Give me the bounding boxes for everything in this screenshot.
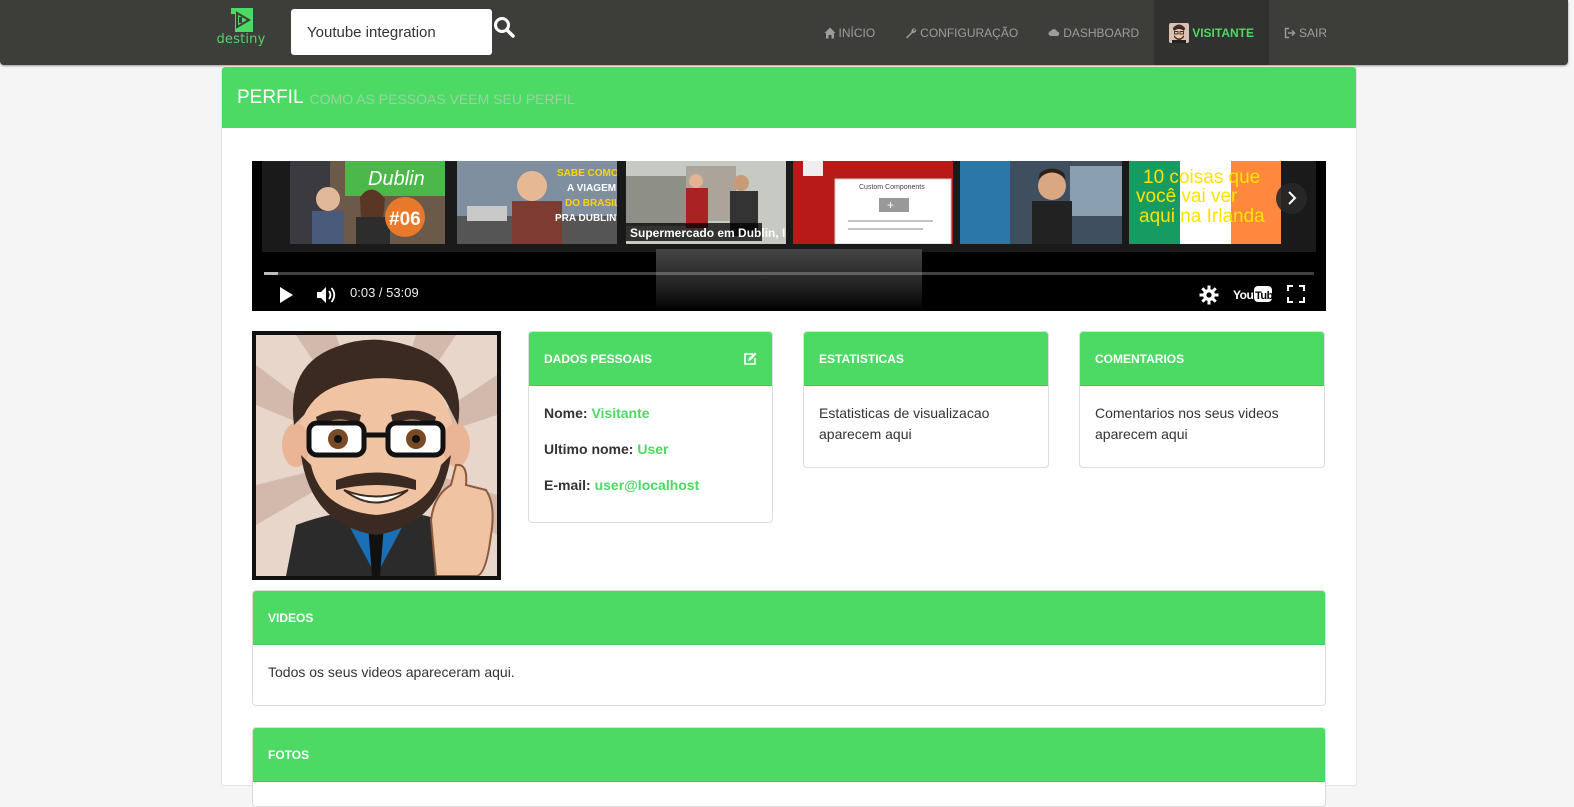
nav-item-configuracao[interactable]: CONFIGURAÇÃO <box>890 0 1033 65</box>
avatar-image <box>256 335 497 576</box>
lastname-value: User <box>637 441 669 457</box>
cloud-icon <box>1048 28 1060 36</box>
nav-item-visitante[interactable]: VISITANTE <box>1154 0 1269 65</box>
panel-heading: FOTOS <box>253 728 1325 782</box>
svg-text:você vai ver: você vai ver <box>1136 186 1238 207</box>
navbar: destiny INÍCIO CONFIGURAÇÃO DASHBOARD <box>0 0 1568 65</box>
lastname-label: Ultimo nome: <box>544 441 634 457</box>
name-field: Nome: Visitante <box>544 403 757 424</box>
fullscreen-icon[interactable] <box>1287 285 1305 303</box>
thumbnail-image <box>960 161 1122 244</box>
related-videos-strip: Dublin #06 SABE COMO A VIAGEM DO BRASIL … <box>262 161 1316 252</box>
video-thumbnail[interactable]: Supermercado em Dublin, Irlanda <box>626 161 786 244</box>
page-title: PERFIL <box>237 86 304 108</box>
thumbnail-image: Dublin #06 <box>290 161 445 244</box>
home-icon <box>824 27 835 38</box>
progress-fill <box>264 272 278 275</box>
wrench-icon <box>906 27 917 38</box>
panel-heading: VIDEOS <box>253 591 1325 645</box>
progress-bar[interactable] <box>264 272 1314 275</box>
svg-text:PRA DUBLIN?: PRA DUBLIN? <box>555 213 617 224</box>
email-label: E-mail: <box>544 477 591 493</box>
nav-item-label: INÍCIO <box>838 25 876 40</box>
name-value: Visitante <box>591 405 650 421</box>
panel-heading: ESTATISTICAS <box>804 332 1048 386</box>
play-icon[interactable] <box>278 286 294 304</box>
page-header: PERFIL COMO AS PESSOAS VEEM SEU PERFIL <box>222 67 1356 128</box>
video-thumbnail[interactable]: Custom Components + <box>793 161 953 244</box>
panel-title: FOTOS <box>268 747 310 762</box>
svg-text:+: + <box>887 198 894 212</box>
player-controls: 0:03 / 53:09 You Tube <box>252 279 1326 311</box>
personal-data-panel: DADOS PESSOAIS Nome: Visitante Ultimo no… <box>528 331 773 523</box>
brand-logo[interactable]: destiny <box>216 6 266 50</box>
comments-panel: COMENTARIOS Comentarios nos seus videos … <box>1079 331 1325 468</box>
avatar <box>1169 22 1190 43</box>
thumbnail-image: Custom Components + <box>793 161 953 244</box>
next-thumbnails-button[interactable] <box>1276 183 1307 214</box>
panel-title: DADOS PESSOAIS <box>544 351 653 366</box>
logout-icon <box>1284 27 1296 38</box>
thumbnail-image: 10 coisas que você vai ver aqui na Irlan… <box>1129 161 1281 244</box>
volume-icon[interactable] <box>316 285 338 305</box>
svg-text:SABE COMO É: SABE COMO É <box>557 166 617 179</box>
panel-body: Nome: Visitante Ultimo nome: User E-mail… <box>529 386 772 522</box>
thumbnail-image: SABE COMO É A VIAGEM DO BRASIL PRA DUBLI… <box>457 161 617 244</box>
chevron-right-icon <box>1287 191 1296 205</box>
svg-text:You: You <box>1233 288 1253 302</box>
panel-body: Estatisticas de visualizacao aparecem aq… <box>819 405 990 442</box>
video-time: 0:03 / 53:09 <box>350 285 419 300</box>
nav-item-label: VISITANTE <box>1192 25 1254 40</box>
nav-item-sair[interactable]: SAIR <box>1269 0 1342 65</box>
panel-heading: COMENTARIOS <box>1080 332 1324 386</box>
panel-body: Todos os seus videos apareceram aqui. <box>268 664 515 680</box>
search-input[interactable] <box>291 9 492 55</box>
videos-panel: VIDEOS Todos os seus videos apareceram a… <box>252 590 1326 706</box>
brand-name: destiny <box>216 32 266 47</box>
svg-text:aqui na Irlanda: aqui na Irlanda <box>1139 206 1265 227</box>
youtube-logo-icon[interactable]: You Tube <box>1233 285 1273 303</box>
nav-item-label: CONFIGURAÇÃO <box>920 25 1019 40</box>
thumbnail-caption: #06 <box>389 209 421 230</box>
panel-title: ESTATISTICAS <box>819 351 904 366</box>
lastname-field: Ultimo nome: User <box>544 439 757 460</box>
name-label: Nome: <box>544 405 588 421</box>
svg-text:Custom Components: Custom Components <box>859 184 925 191</box>
statistics-panel: ESTATISTICAS Estatisticas de visualizaca… <box>803 331 1049 468</box>
photos-panel: FOTOS <box>252 727 1326 807</box>
panel-title: COMENTARIOS <box>1095 351 1185 366</box>
video-thumbnail[interactable]: SABE COMO É A VIAGEM DO BRASIL PRA DUBLI… <box>457 161 617 244</box>
svg-text:DO BRASIL: DO BRASIL <box>565 198 617 209</box>
svg-text:A VIAGEM: A VIAGEM <box>567 183 616 194</box>
email-value: user@localhost <box>594 477 700 493</box>
svg-text:Tube: Tube <box>1255 290 1273 302</box>
video-thumbnail[interactable]: 10 coisas que você vai ver aqui na Irlan… <box>1129 161 1281 244</box>
svg-text:10 coisas que: 10 coisas que <box>1143 167 1260 188</box>
video-thumbnail[interactable]: Dublin #06 <box>290 161 445 244</box>
svg-text:Supermercado em Dublin, Irland: Supermercado em Dublin, Irlanda <box>630 226 786 240</box>
panel-title: VIDEOS <box>268 610 314 625</box>
video-player[interactable]: Dublin #06 SABE COMO A VIAGEM DO BRASIL … <box>252 161 1326 311</box>
email-field: E-mail: user@localhost <box>544 475 757 496</box>
panel-body: Comentarios nos seus videos aparecem aqu… <box>1095 405 1279 442</box>
thumbnail-image: Supermercado em Dublin, Irlanda <box>626 161 786 244</box>
video-thumbnail[interactable] <box>960 161 1122 244</box>
profile-container: PERFIL COMO AS PESSOAS VEEM SEU PERFIL D… <box>221 66 1357 807</box>
nav-menu: INÍCIO CONFIGURAÇÃO DASHBOARD VISITANTE … <box>809 0 1343 65</box>
panel-heading: DADOS PESSOAIS <box>529 332 772 386</box>
edit-icon[interactable] <box>743 352 757 366</box>
nav-item-label: SAIR <box>1298 25 1327 40</box>
page-subtitle: COMO AS PESSOAS VEEM SEU PERFIL <box>309 91 575 107</box>
thumbnail-text: Dublin <box>368 168 425 190</box>
settings-gear-icon[interactable] <box>1199 285 1219 305</box>
logo-icon <box>231 8 253 32</box>
profile-picture <box>252 331 501 580</box>
nav-item-inicio[interactable]: INÍCIO <box>809 0 891 65</box>
search-icon[interactable] <box>492 15 516 41</box>
nav-item-dashboard[interactable]: DASHBOARD <box>1033 0 1154 65</box>
nav-item-label: DASHBOARD <box>1063 25 1140 40</box>
